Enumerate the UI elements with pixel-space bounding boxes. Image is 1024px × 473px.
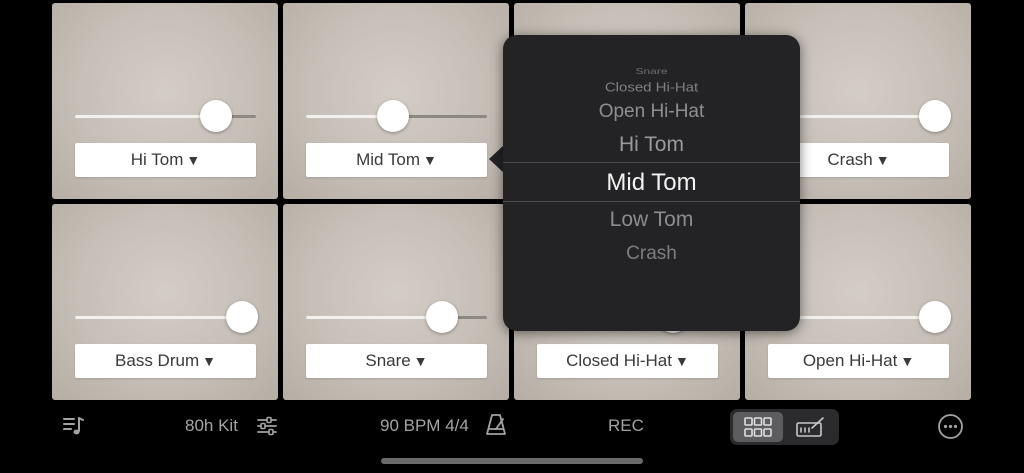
picker-item[interactable]: Low Tom [503, 208, 800, 232]
picker-item[interactable]: Snare [503, 67, 800, 75]
slider-fill [306, 316, 442, 319]
bottom-toolbar: 80h Kit 90 BPM 4/4 REC [0, 404, 1024, 448]
sound-label: Crash [827, 150, 873, 169]
view-switcher [730, 409, 839, 445]
selection-divider [503, 162, 800, 163]
grid-view-button[interactable] [733, 412, 783, 442]
caret-down-icon: ▼ [413, 353, 428, 369]
mixer-sliders-icon[interactable] [256, 415, 278, 437]
record-button[interactable]: REC [608, 416, 644, 436]
sound-label: Bass Drum [115, 351, 200, 370]
sound-label: Mid Tom [356, 150, 421, 169]
selection-divider [503, 201, 800, 202]
slider-thumb[interactable] [376, 100, 409, 132]
volume-slider[interactable] [75, 100, 256, 132]
home-indicator[interactable] [381, 458, 643, 464]
picker-item[interactable]: Closed Hi-Hat [503, 80, 800, 94]
drum-pad-2[interactable]: Mid Tom ▼ [283, 3, 509, 199]
volume-slider[interactable] [306, 301, 487, 333]
popover-arrow [489, 145, 504, 173]
drum-pad-5[interactable]: Bass Drum ▼ [52, 204, 278, 400]
sound-label: Closed Hi-Hat [566, 351, 672, 370]
grid-view-icon [744, 417, 772, 437]
slider-thumb[interactable] [918, 100, 951, 132]
drum-pad-1[interactable]: Hi Tom ▼ [52, 3, 278, 199]
picker-item[interactable]: Crash [503, 243, 800, 265]
caret-down-icon: ▼ [875, 152, 890, 168]
slider-fill [75, 316, 242, 319]
caret-down-icon: ▼ [900, 353, 915, 369]
picker-item-selected[interactable]: Mid Tom [503, 169, 800, 197]
caret-down-icon: ▼ [423, 152, 437, 168]
edit-view-icon [796, 417, 824, 437]
caret-down-icon: ▼ [674, 353, 689, 369]
sound-label: Snare [365, 351, 411, 370]
slider-thumb[interactable] [918, 301, 951, 333]
slider-thumb[interactable] [200, 100, 233, 132]
slider-fill [75, 115, 217, 118]
metronome-icon[interactable] [484, 413, 508, 437]
caret-down-icon: ▼ [202, 353, 216, 369]
slider-thumb[interactable] [225, 301, 258, 333]
sound-select-button[interactable]: Mid Tom ▼ [306, 143, 487, 177]
drum-pad-6[interactable]: Snare ▼ [283, 204, 509, 400]
sound-select-button[interactable]: Bass Drum ▼ [75, 344, 256, 378]
sound-select-button[interactable]: Open Hi-Hat ▼ [768, 344, 949, 378]
sound-label: Hi Tom [130, 150, 184, 169]
slider-thumb[interactable] [425, 301, 458, 333]
caret-down-icon: ▼ [186, 152, 201, 168]
sound-select-button[interactable]: Closed Hi-Hat ▼ [537, 344, 718, 378]
music-list-icon[interactable] [62, 415, 86, 437]
volume-slider[interactable] [306, 100, 487, 132]
picker-item[interactable]: Hi Tom [503, 133, 800, 157]
more-icon[interactable] [937, 413, 964, 440]
volume-slider[interactable] [75, 301, 258, 333]
tempo-label[interactable]: 90 BPM 4/4 [380, 416, 469, 436]
kit-name-label[interactable]: 80h Kit [185, 416, 238, 436]
edit-view-button[interactable] [786, 412, 836, 442]
sound-select-button[interactable]: Hi Tom ▼ [75, 143, 256, 177]
sound-select-button[interactable]: Snare ▼ [306, 344, 487, 378]
sound-picker-popover: Snare Closed Hi-Hat Open Hi-Hat Hi Tom M… [503, 35, 800, 331]
picker-item[interactable]: Open Hi-Hat [503, 101, 800, 123]
sound-label: Open Hi-Hat [802, 351, 898, 370]
